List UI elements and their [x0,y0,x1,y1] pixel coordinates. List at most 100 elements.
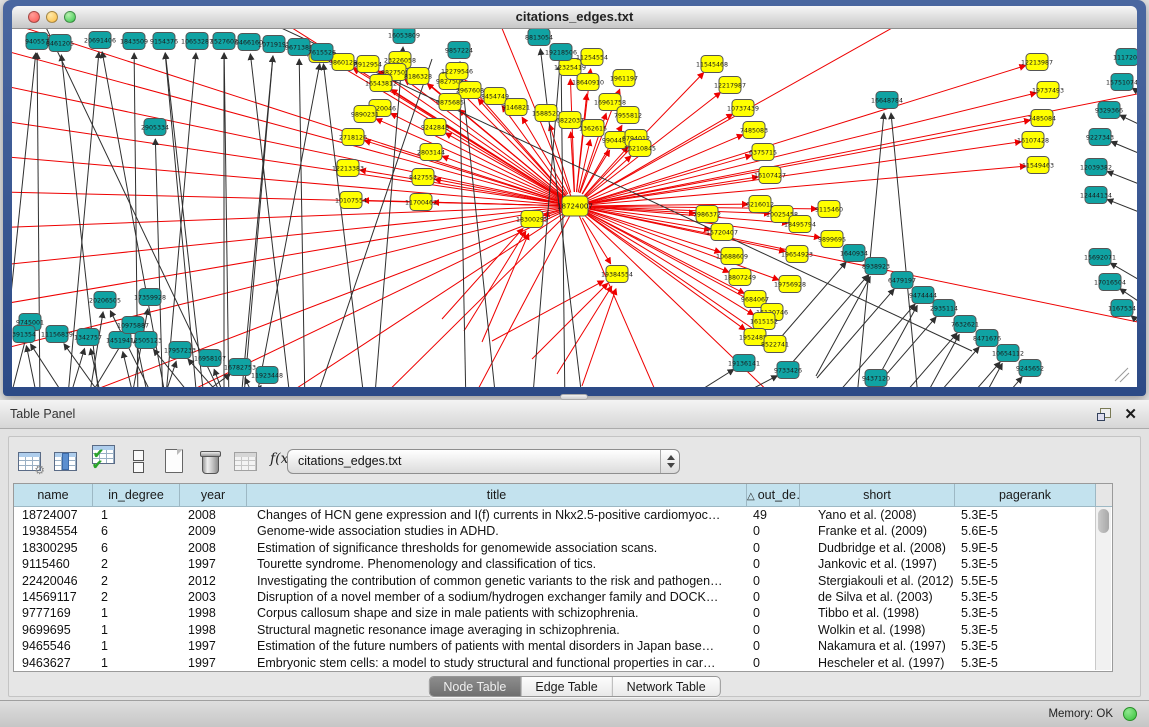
network-node[interactable]: 16958107 [194,350,226,367]
column-header-name[interactable]: name [14,484,93,507]
network-node[interactable]: 9899695 [818,231,846,248]
select-columns-icon[interactable] [88,448,115,474]
network-node[interactable]: 12039382 [1080,159,1112,176]
table-row[interactable]: 969969511998Structural magnetic resonanc… [14,622,1112,638]
window-titlebar[interactable]: citations_edges.txt [12,6,1137,29]
network-node[interactable]: 2905334 [141,119,169,136]
network-node[interactable]: 19756928 [774,276,806,293]
network-node[interactable]: 7615526 [308,44,336,61]
network-node[interactable]: 10737439 [727,100,759,117]
network-node[interactable]: 19384554 [601,266,633,283]
table-row[interactable]: 1872400712008Changes of HCN gene express… [14,507,1112,523]
network-node[interactable]: 1117203 [1113,49,1137,66]
network-node[interactable]: 18495794 [784,216,816,233]
tab-edge-table[interactable]: Edge Table [521,677,612,696]
table-row[interactable]: 1830029562008Estimation of significance … [14,540,1112,556]
network-node[interactable]: 12279546 [441,63,473,80]
column-header-year[interactable]: year [180,484,247,507]
network-node[interactable]: 9154376 [150,33,178,50]
table-row[interactable]: 946362711997Embryonic stem cells: a mode… [14,655,1112,671]
network-node[interactable]: 8471676 [973,330,1001,347]
network-node[interactable]: 11549463 [1022,157,1054,174]
network-node[interactable]: 7986372 [693,206,721,223]
network-node[interactable]: 1167534 [1108,300,1136,317]
network-node[interactable]: 6479197 [888,272,916,289]
attribute-table-icon[interactable] [16,448,43,474]
network-node[interactable]: 20691406 [84,32,116,49]
column-header-pagerank[interactable]: pagerank [955,484,1096,507]
create-column-icon[interactable] [160,448,187,474]
table-selector-dropdown[interactable]: citations_edges.txt [287,449,680,474]
tab-network-table[interactable]: Network Table [613,677,720,696]
network-node[interactable]: 16107427 [754,167,786,184]
table-row[interactable]: 911546021997Tourette syndrome. Phenomeno… [14,556,1112,572]
table-row[interactable]: 1456911722003Disruption of a novel membe… [14,589,1112,605]
network-node[interactable]: 9245652 [1016,360,1044,377]
network-node[interactable]: 10654112 [992,345,1024,362]
network-node[interactable]: 16053809 [388,29,420,44]
network-node[interactable]: 16543812 [365,75,397,92]
table-row[interactable]: 1938455462009Genome-wide association stu… [14,523,1112,539]
network-node[interactable]: 17957233 [164,342,196,359]
network-node[interactable]: 8427552 [409,169,437,186]
column-header-title[interactable]: title [247,484,747,507]
network-node[interactable]: 1961197 [610,70,638,87]
row-height-icon[interactable] [124,448,151,474]
network-node[interactable]: 1615152 [750,313,778,330]
network-node[interactable]: 8461205 [46,35,74,52]
network-node[interactable]: 9146821 [502,99,530,116]
network-node[interactable]: 18640910 [572,74,604,91]
network-node[interactable]: 8186328 [404,68,432,85]
network-node[interactable]: 9857224 [445,42,473,59]
network-node[interactable]: 11254554 [576,49,608,66]
column-header-in_degree[interactable]: in_degree [93,484,180,507]
column-header-out_de[interactable]: △out_de… [747,484,800,507]
network-node[interactable]: 9115460 [815,201,843,218]
network-node[interactable]: 11156839 [41,326,73,343]
network-node[interactable]: 2935114 [930,300,958,317]
network-node[interactable]: 19136141 [728,355,760,372]
tab-node-table[interactable]: Node Table [429,677,521,696]
close-panel-icon[interactable]: ✕ [1124,405,1137,423]
network-node[interactable]: 16648784 [871,92,903,109]
network-node[interactable]: 7485083 [740,122,768,139]
float-panel-icon[interactable] [1097,408,1111,421]
network-node[interactable]: 391354 [12,326,36,343]
network-canvas[interactable]: 1872400776638229860128891295423226058982… [12,29,1137,387]
network-node[interactable]: 17016504 [1094,274,1126,291]
table-scrollbar[interactable] [1095,507,1111,670]
network-node[interactable]: 16210845 [624,140,656,157]
table-row[interactable]: 977716911998Corpus callosum shape and si… [14,605,1112,621]
network-node[interactable]: 15692071 [1084,249,1116,266]
network-node[interactable]: 1362615 [579,120,607,137]
network-node[interactable]: 6375715 [749,144,777,161]
network-node[interactable]: 1640934 [840,245,868,262]
network-node[interactable]: 9474444 [909,287,937,304]
network-node[interactable]: 9227343 [1086,129,1114,146]
network-node[interactable]: 7485084 [1028,110,1056,127]
network-node[interactable]: 10688609 [716,248,748,265]
network-node[interactable]: 18724007 [557,196,593,216]
network-node[interactable]: 2803144 [417,144,445,161]
network-node[interactable]: 8522741 [761,336,789,353]
network-node[interactable]: 8938923 [862,258,890,275]
network-node[interactable]: 8813054 [525,29,553,46]
scrollbar-thumb[interactable] [1098,509,1109,533]
network-node[interactable]: 11545468 [696,56,728,73]
delete-column-icon[interactable] [196,448,223,474]
network-node[interactable]: 1342757 [74,329,102,346]
network-node[interactable]: 1527602 [210,33,238,50]
network-node[interactable]: 12505123 [130,332,162,349]
network-node[interactable]: 18807249 [724,269,756,286]
network-node[interactable]: 19737493 [1032,82,1064,99]
network-node[interactable]: 12213987 [1021,54,1053,71]
table-row[interactable]: 2242004622012Investigating the contribut… [14,573,1112,589]
network-node[interactable]: 6216012 [746,196,774,213]
network-node[interactable]: 9733426 [774,362,802,379]
network-node[interactable]: 7955812 [614,107,642,124]
network-node[interactable]: 17359928 [134,289,166,306]
network-node[interactable]: 19218506 [545,44,577,61]
network-node[interactable]: 7632621 [951,316,979,333]
column-header-short[interactable]: short [800,484,955,507]
network-node[interactable]: 20206505 [89,292,121,309]
